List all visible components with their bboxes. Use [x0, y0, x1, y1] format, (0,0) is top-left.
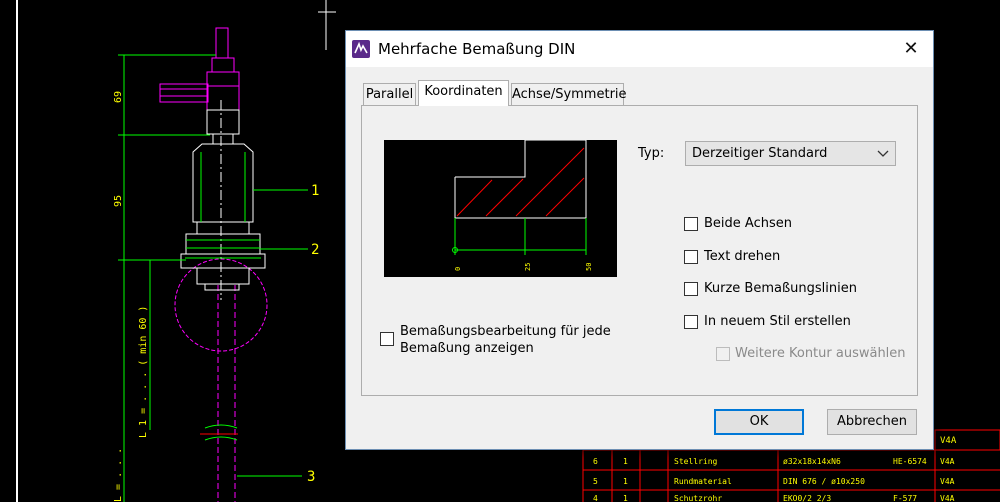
- callout-1: 1: [311, 183, 319, 199]
- preview-image: 0 25 50: [384, 140, 617, 277]
- typ-select-value: Derzeitiger Standard: [692, 146, 828, 161]
- svg-text:1: 1: [623, 494, 628, 502]
- sensor-body: [180, 100, 266, 300]
- preview-tick-50: 50: [585, 263, 593, 271]
- dim-95: 95: [113, 195, 124, 207]
- callout-2: 2: [311, 242, 319, 258]
- dim-l: L = . . .: [113, 448, 124, 502]
- chevron-down-icon: [877, 150, 889, 157]
- tab-panel: 0 25 50 Typ: Derzeitiger Standard Beide …: [361, 105, 918, 396]
- svg-text:Rundmaterial: Rundmaterial: [674, 477, 732, 486]
- svg-text:ø32x18x14xN6: ø32x18x14xN6: [783, 457, 841, 466]
- svg-text:4: 4: [593, 494, 598, 502]
- callout-numbers: 1 2 3: [307, 183, 319, 485]
- cancel-button[interactable]: Abbrechen: [827, 409, 917, 435]
- title-bar[interactable]: Mehrfache Bemaßung DIN ✕: [346, 31, 933, 67]
- close-button[interactable]: ✕: [889, 31, 933, 67]
- app-logo-icon: [352, 40, 370, 58]
- svg-text:1: 1: [623, 477, 628, 486]
- dim-69: 69: [113, 91, 124, 103]
- svg-text:V4A: V4A: [940, 477, 955, 486]
- label-text-drehen: Text drehen: [704, 249, 781, 264]
- tab-parallel[interactable]: Parallel: [363, 83, 416, 105]
- svg-text:EKO0/2 2/3: EKO0/2 2/3: [783, 494, 831, 502]
- connector-part: [159, 27, 268, 502]
- svg-text:5: 5: [593, 477, 598, 486]
- label-beide-achsen: Beide Achsen: [704, 216, 792, 231]
- dialog-title: Mehrfache Bemaßung DIN: [378, 40, 576, 58]
- checkbox-beide-achsen[interactable]: [684, 217, 698, 231]
- leader-lines: [237, 189, 308, 477]
- svg-text:1: 1: [623, 457, 628, 466]
- preview-tick-0: 0: [454, 267, 462, 271]
- callout-3: 3: [307, 469, 315, 485]
- checkbox-kurze-bemassungslinien[interactable]: [684, 282, 698, 296]
- table-top-right: V4A: [940, 436, 957, 446]
- svg-text:Schutzrohr: Schutzrohr: [674, 494, 722, 502]
- label-weitere-kontur: Weitere Kontur auswählen: [735, 346, 906, 361]
- svg-text:F-577: F-577: [893, 494, 917, 502]
- svg-text:HE-6574: HE-6574: [893, 457, 927, 466]
- checkbox-bemassungsbearbeitung[interactable]: [380, 332, 394, 346]
- dimension-lines: [118, 54, 216, 502]
- checkbox-neuer-stil[interactable]: [684, 315, 698, 329]
- typ-label: Typ:: [638, 146, 665, 161]
- dim-l1: L 1 = . . . ( min 60 ): [138, 306, 149, 438]
- preview-tick-25: 25: [524, 263, 532, 271]
- tab-koordinaten[interactable]: Koordinaten: [418, 80, 509, 106]
- label-neuer-stil: In neuem Stil erstellen: [704, 314, 851, 329]
- svg-text:Stellring: Stellring: [674, 457, 718, 466]
- svg-text:6: 6: [593, 457, 598, 466]
- svg-text:DIN 676 / ø10x250: DIN 676 / ø10x250: [783, 477, 865, 486]
- checkbox-text-drehen[interactable]: [684, 250, 698, 264]
- label-kurze-bemassungslinien: Kurze Bemaßungslinien: [704, 281, 857, 296]
- dimension-texts: 69 95 L 1 = . . . ( min 60 ) L = . . .: [113, 91, 149, 502]
- dimension-dialog: Mehrfache Bemaßung DIN ✕ Parallel Koordi…: [345, 30, 934, 450]
- ok-button[interactable]: OK: [714, 409, 804, 435]
- svg-text:V4A: V4A: [940, 494, 955, 502]
- label-bemassungsbearbeitung-1: Bemaßungsbearbeitung für jede: [400, 324, 611, 339]
- tab-achse-symmetrie[interactable]: Achse/Symmetrie: [511, 83, 627, 105]
- checkbox-weitere-kontur[interactable]: [716, 347, 730, 361]
- svg-text:V4A: V4A: [940, 457, 955, 466]
- label-bemassungsbearbeitung-2: Bemaßung anzeigen: [400, 341, 534, 356]
- close-icon: ✕: [903, 38, 919, 59]
- typ-select[interactable]: Derzeitiger Standard: [685, 141, 896, 166]
- sensor-edges: [185, 152, 261, 441]
